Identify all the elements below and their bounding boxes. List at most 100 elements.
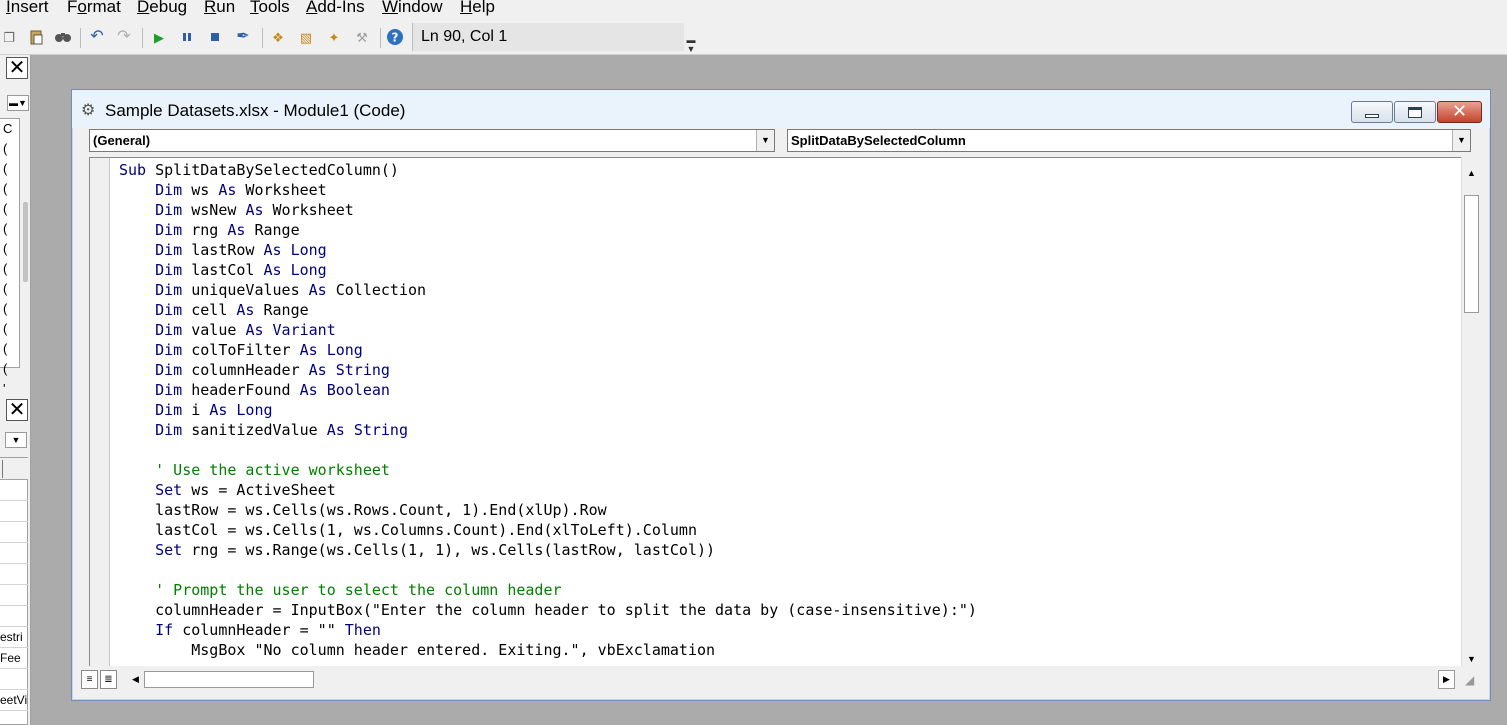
project-tree[interactable]: C ( ( ( ( ( ( ( ( ( ( ( ( ' xyxy=(0,118,20,396)
menu-debug[interactable]: Debug xyxy=(137,0,187,17)
properties-tab[interactable] xyxy=(2,460,3,478)
tree-item[interactable]: ( xyxy=(3,161,7,177)
paste-icon[interactable] xyxy=(27,28,45,46)
toolbox-icon[interactable]: ⚒ xyxy=(353,28,371,46)
tree-item[interactable]: ( xyxy=(3,321,7,337)
property-row[interactable]: eetVi xyxy=(0,690,28,711)
menu-insert[interactable]: Insert xyxy=(6,0,49,17)
tree-item[interactable]: ( xyxy=(3,241,7,257)
property-row[interactable] xyxy=(0,711,28,725)
property-row[interactable]: Fee xyxy=(0,648,28,669)
procedure-dropdown[interactable]: SplitDataBySelectedColumn ▼ xyxy=(787,129,1471,152)
redo-icon[interactable]: ↷ xyxy=(115,28,133,46)
code-line[interactable]: Dim uniqueValues As Collection xyxy=(119,280,426,300)
code-line[interactable]: Dim cell As Range xyxy=(119,300,309,320)
tree-item[interactable]: ( xyxy=(3,341,7,357)
code-line[interactable]: Dim lastRow As Long xyxy=(119,240,327,260)
code-line[interactable]: Dim ws As Worksheet xyxy=(119,180,327,200)
resize-grip-icon[interactable]: ◢ xyxy=(1465,672,1481,688)
tree-item[interactable]: ( xyxy=(3,201,7,217)
object-dropdown[interactable]: (General) ▼ xyxy=(89,129,775,152)
menu-format[interactable]: Format xyxy=(67,0,121,17)
property-row[interactable]: estri xyxy=(0,627,28,648)
vertical-scrollbar[interactable]: ▲ ▼ xyxy=(1461,157,1481,666)
project-tree-scrollbar[interactable] xyxy=(21,118,30,368)
close-button[interactable]: ✕ xyxy=(1437,101,1482,123)
code-line[interactable]: Set rng = ws.Range(ws.Cells(1, 1), ws.Ce… xyxy=(119,540,715,560)
code-line[interactable]: Dim colToFilter As Long xyxy=(119,340,363,360)
code-line[interactable]: If columnHeader = "" Then xyxy=(119,620,381,640)
code-line[interactable]: lastCol = ws.Cells(1, ws.Columns.Count).… xyxy=(119,520,697,540)
tree-item[interactable]: ( xyxy=(3,181,7,197)
code-editor[interactable]: Sub SplitDataBySelectedColumn() Dim ws A… xyxy=(89,157,1461,666)
tree-item[interactable]: ( xyxy=(3,301,7,317)
help-icon[interactable]: ? xyxy=(386,28,404,46)
vertical-scrollbar-thumb[interactable] xyxy=(1464,195,1479,313)
tree-item[interactable]: ( xyxy=(3,221,7,237)
property-row[interactable] xyxy=(0,522,28,543)
property-row[interactable] xyxy=(0,669,28,690)
break-icon[interactable] xyxy=(178,28,196,46)
menu-help[interactable]: Help xyxy=(460,0,495,17)
chevron-down-icon[interactable]: ▼ xyxy=(756,130,774,151)
reset-icon[interactable] xyxy=(206,28,224,46)
property-row[interactable] xyxy=(0,543,28,564)
chevron-down-icon[interactable]: ▼ xyxy=(1452,130,1470,151)
tree-item[interactable]: ( xyxy=(3,261,7,277)
code-line[interactable]: Dim sanitizedValue As String xyxy=(119,420,408,440)
code-line[interactable]: Dim wsNew As Worksheet xyxy=(119,200,354,220)
code-line[interactable]: Dim lastCol As Long xyxy=(119,260,327,280)
close-project-explorer-icon[interactable]: ✕ xyxy=(6,57,28,79)
tree-item[interactable]: ( xyxy=(3,141,7,157)
tree-item[interactable]: ( xyxy=(3,361,7,377)
procedure-view-button[interactable]: ≡ xyxy=(81,670,98,689)
title-bar[interactable]: ⚙ Sample Datasets.xlsx - Module1 (Code) … xyxy=(72,90,1490,128)
scroll-right-icon[interactable]: ▶ xyxy=(1438,670,1455,689)
run-icon[interactable]: ▶ xyxy=(150,28,168,46)
property-row[interactable] xyxy=(0,501,28,522)
properties-window-icon[interactable]: ▧ xyxy=(297,28,315,46)
tree-item[interactable]: C xyxy=(3,121,12,137)
design-mode-icon[interactable]: ✒ xyxy=(234,28,252,46)
code-line[interactable]: ' Prompt the user to select the column h… xyxy=(119,580,561,600)
property-row[interactable] xyxy=(0,585,28,606)
menu-addins[interactable]: Add-Ins xyxy=(306,0,365,17)
code-line[interactable]: Dim rng As Range xyxy=(119,220,300,240)
close-properties-window-icon[interactable]: ✕ xyxy=(6,399,28,421)
code-line[interactable]: Dim value As Variant xyxy=(119,320,336,340)
property-row[interactable] xyxy=(0,606,28,627)
horizontal-scrollbar-thumb[interactable] xyxy=(144,671,314,688)
code-line[interactable]: Dim i As Long xyxy=(119,400,272,420)
scrollbar-thumb[interactable] xyxy=(23,202,28,282)
toolbar-options-chevron-icon[interactable]: ▬ ▼ xyxy=(684,28,698,54)
find-icon[interactable] xyxy=(54,28,72,46)
menu-run[interactable]: Run xyxy=(204,0,235,17)
code-line[interactable]: Dim columnHeader As String xyxy=(119,360,390,380)
code-line[interactable]: MsgBox "No column header entered. Exitin… xyxy=(119,640,715,660)
property-row[interactable] xyxy=(0,480,28,501)
scroll-up-icon[interactable]: ▲ xyxy=(1463,165,1480,182)
object-browser-icon[interactable]: ✦ xyxy=(325,28,343,46)
tree-item[interactable]: ' xyxy=(3,381,5,397)
copy-icon[interactable]: ❐ xyxy=(0,28,18,46)
properties-grid[interactable]: estri Fee eetVi xyxy=(0,457,28,725)
code-line[interactable]: Sub SplitDataBySelectedColumn() xyxy=(119,160,399,180)
project-explorer-icon[interactable]: ❖ xyxy=(269,28,287,46)
code-line[interactable]: ' Use the active worksheet xyxy=(119,460,390,480)
menu-tools[interactable]: Tools xyxy=(250,0,290,17)
scroll-down-icon[interactable]: ▼ xyxy=(1463,651,1480,668)
code-line[interactable]: Dim headerFound As Boolean xyxy=(119,380,390,400)
minimize-button[interactable] xyxy=(1351,101,1393,123)
project-view-dropdown-icon[interactable]: ▬▼ xyxy=(7,95,29,111)
code-line[interactable]: Set ws = ActiveSheet xyxy=(119,480,336,500)
property-row[interactable] xyxy=(0,564,28,585)
undo-icon[interactable]: ↶ xyxy=(88,28,106,46)
code-line[interactable]: lastRow = ws.Cells(ws.Rows.Count, 1).End… xyxy=(119,500,607,520)
margin-indicator-bar[interactable] xyxy=(90,158,110,666)
menu-window[interactable]: Window xyxy=(382,0,442,17)
maximize-button[interactable] xyxy=(1394,101,1436,123)
full-module-view-button[interactable]: ≣ xyxy=(100,670,117,689)
tree-item[interactable]: ( xyxy=(3,281,7,297)
scroll-left-icon[interactable]: ◀ xyxy=(127,670,144,689)
properties-object-dropdown-icon[interactable]: ▼ xyxy=(5,432,27,448)
